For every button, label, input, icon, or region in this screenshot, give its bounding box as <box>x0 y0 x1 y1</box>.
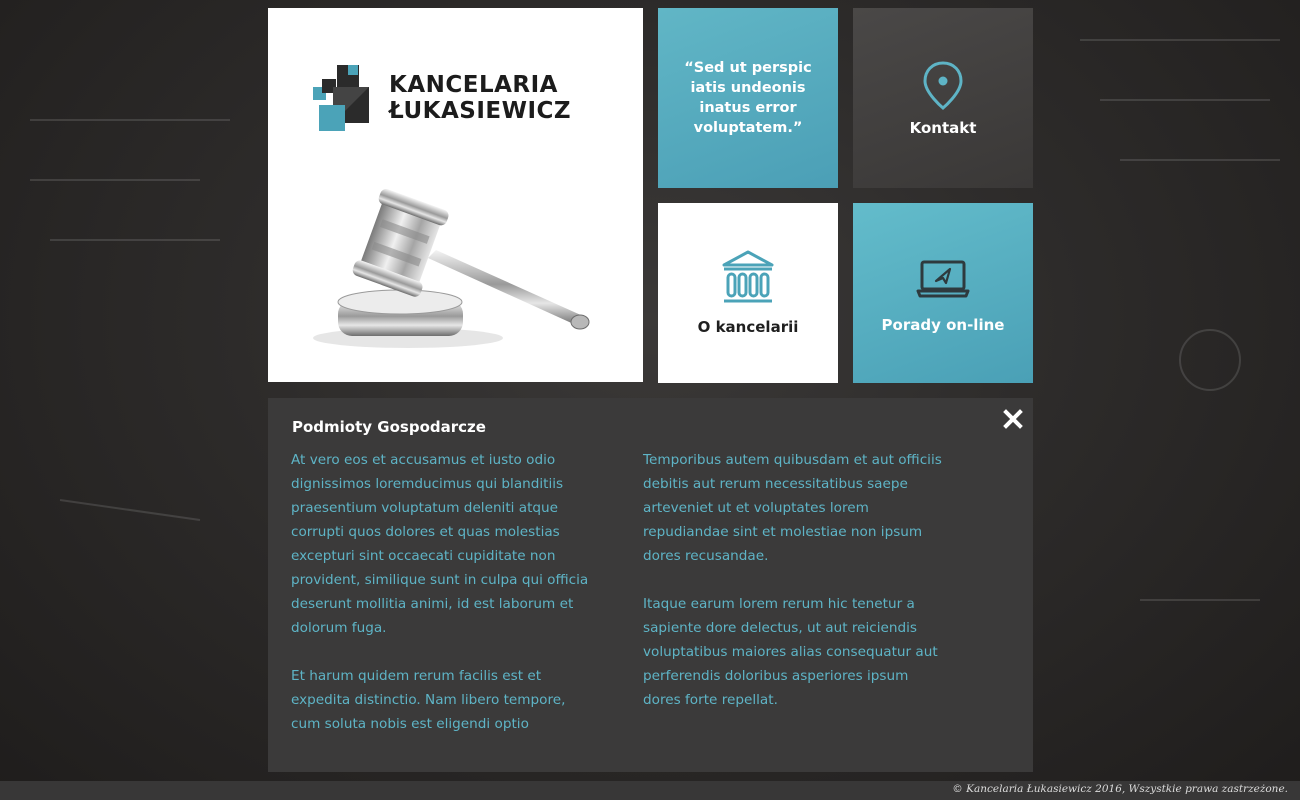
paragraph: Temporibus autem quibusdam et aut offici… <box>643 452 942 564</box>
brand-name-line-2: ŁUKASIEWICZ <box>389 98 572 124</box>
porady-label: Porady on-line <box>881 316 1005 334</box>
logo-tile[interactable]: KANCELARIA ŁUKASIEWICZ <box>268 8 643 382</box>
laptop-icon <box>916 260 970 298</box>
gavel-image <box>313 189 590 348</box>
quote-tile: “Sed ut perspic iatis undeonis inatus er… <box>658 8 838 188</box>
text-column-right: Temporibus autem quibusdam et aut offici… <box>643 448 943 736</box>
brand-name-line-1: KANCELARIA <box>389 72 558 98</box>
info-panel: Podmioty Gospodarcze At vero eos et accu… <box>268 398 1033 772</box>
copyright-text: © Kancelaria Łukasiewicz 2016, Wszystkie… <box>952 783 1288 795</box>
porady-tile[interactable]: Porady on-line <box>853 203 1033 383</box>
text-column-left: At vero eos et accusamus et iusto odio d… <box>291 448 591 760</box>
footer: © Kancelaria Łukasiewicz 2016, Wszystkie… <box>0 781 1300 800</box>
panel-title: Podmioty Gospodarcze <box>292 418 486 436</box>
paragraph: Et harum quidem rerum facilis est et exp… <box>291 668 566 732</box>
about-label: O kancelarii <box>697 318 799 336</box>
building-columns-icon <box>722 250 774 303</box>
kontakt-label: Kontakt <box>909 119 977 137</box>
close-icon[interactable] <box>1000 406 1026 432</box>
quote-text: “Sed ut perspic iatis undeonis inatus er… <box>684 60 812 136</box>
map-pin-icon <box>923 61 963 110</box>
paragraph: At vero eos et accusamus et iusto odio d… <box>291 452 589 636</box>
paragraph: Itaque earum lorem rerum hic tenetur a s… <box>643 596 938 708</box>
about-tile[interactable]: O kancelarii <box>658 203 838 383</box>
logo-icon <box>313 65 369 131</box>
kontakt-tile[interactable]: Kontakt <box>853 8 1033 188</box>
